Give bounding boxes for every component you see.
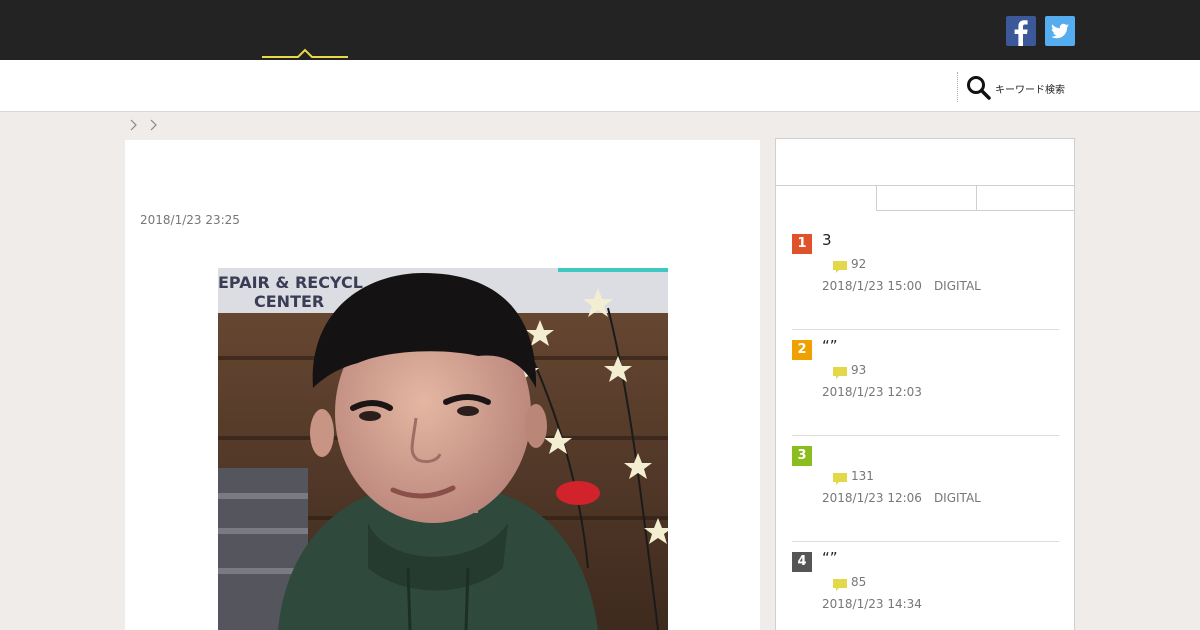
ranking-sidebar: 1 3 92 2018/1/23 15:00 DIGITAL 2 “” 93 20… — [775, 138, 1075, 630]
rank-date: 2018/1/23 12:03 — [822, 385, 922, 399]
ranking-item[interactable]: 4 “” 85 2018/1/23 14:34 — [792, 542, 1059, 630]
rank-title: “” — [822, 337, 838, 355]
ranking-item[interactable]: 3 131 2018/1/23 12:06 DIGITAL — [792, 436, 1059, 542]
chevron-right-icon[interactable] — [148, 119, 160, 131]
search-label: キーワード検索 — [995, 84, 1065, 96]
article-photo: EPAIR & RECYCL CENTER — [218, 268, 668, 630]
comment-icon — [833, 261, 847, 273]
ranking-tabs — [776, 186, 1074, 211]
search-icon — [967, 76, 991, 100]
rank-meta: 2018/1/23 14:34 — [822, 597, 934, 611]
sidebar-header — [776, 139, 1074, 186]
svg-text:CENTER: CENTER — [254, 292, 324, 311]
rank-title: 3 — [822, 231, 832, 249]
rank-meta: 2018/1/23 15:00 DIGITAL — [822, 279, 981, 293]
article-date: 2018/1/23 23:25 — [140, 213, 240, 227]
chevron-right-icon[interactable] — [128, 119, 140, 131]
breadcrumb — [128, 118, 168, 132]
rank-date: 2018/1/23 12:06 — [822, 491, 922, 505]
comment-count: 85 — [851, 575, 867, 589]
facebook-share-button[interactable] — [1006, 16, 1036, 46]
sub-header: キーワード検索 — [0, 60, 1200, 112]
twitter-share-button[interactable] — [1045, 16, 1075, 46]
comment-count: 93 — [851, 363, 867, 377]
comment-icon — [833, 367, 847, 379]
keyword-search-button[interactable]: キーワード検索 — [966, 74, 1065, 102]
tab-ranking-1[interactable] — [776, 186, 877, 211]
rank-meta: 2018/1/23 12:06 DIGITAL — [822, 491, 981, 505]
ranking-item[interactable]: 2 “” 93 2018/1/23 12:03 — [792, 330, 1059, 436]
comment-count: 131 — [851, 469, 874, 483]
ranking-item[interactable]: 1 3 92 2018/1/23 15:00 DIGITAL — [792, 224, 1059, 330]
comment-icon — [833, 473, 847, 485]
facebook-icon — [1014, 20, 1028, 46]
twitter-icon — [1050, 23, 1069, 39]
comment-icon — [833, 579, 847, 591]
rank-badge: 1 — [792, 234, 812, 254]
tab-ranking-3[interactable] — [977, 186, 1074, 211]
tab-ranking-2[interactable] — [877, 186, 977, 211]
rank-badge: 2 — [792, 340, 812, 360]
article-card: 2018/1/23 23:25 EPAIR & RECYCL CENTER — [125, 140, 760, 630]
search-divider — [957, 72, 958, 102]
rank-category: DIGITAL — [933, 279, 981, 293]
rank-badge: 4 — [792, 552, 812, 572]
rank-title: “” — [822, 549, 838, 567]
svg-text:EPAIR & RECYCL: EPAIR & RECYCL — [218, 273, 363, 292]
rank-category: DIGITAL — [933, 491, 981, 505]
top-nav-bar — [0, 0, 1200, 60]
comment-count: 92 — [851, 257, 867, 271]
rank-date: 2018/1/23 15:00 — [822, 279, 922, 293]
rank-meta: 2018/1/23 12:03 — [822, 385, 934, 399]
rank-date: 2018/1/23 14:34 — [822, 597, 922, 611]
rank-badge: 3 — [792, 446, 812, 466]
active-nav-indicator — [262, 48, 348, 58]
